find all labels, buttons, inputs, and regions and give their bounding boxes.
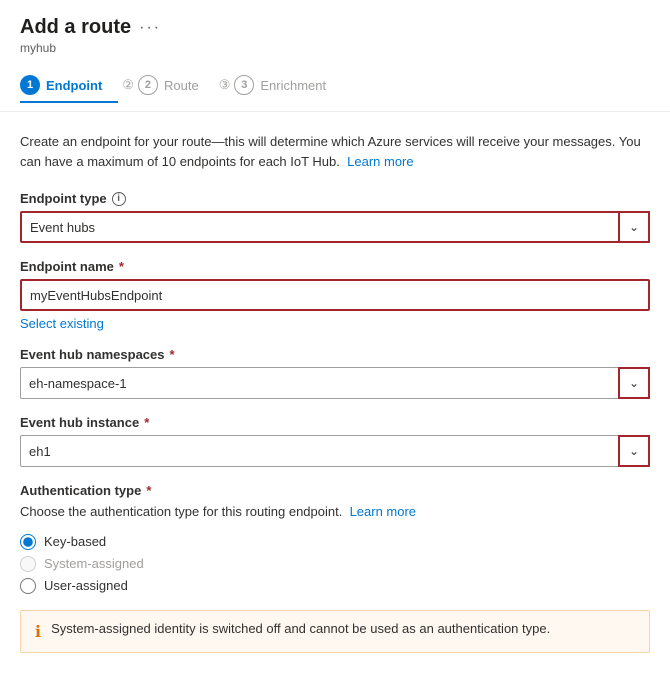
event-hub-namespace-dropdown-wrapper: eh-namespace-1 ⌄ xyxy=(20,367,650,399)
auth-type-description: Choose the authentication type for this … xyxy=(20,502,650,522)
auth-type-radio-group: Key-based System-assigned User-assigned xyxy=(20,534,650,594)
event-hub-namespace-required: * xyxy=(170,347,175,362)
step-route-number: 2 xyxy=(138,75,158,95)
event-hub-namespace-group: Event hub namespaces * eh-namespace-1 ⌄ xyxy=(20,347,650,399)
event-hub-instance-select[interactable]: eh1 xyxy=(20,435,650,467)
steps-navigation: 1 Endpoint ② 2 Route ③ 3 Enrichment xyxy=(20,67,650,103)
auth-type-label: Authentication type * xyxy=(20,483,650,498)
event-hub-namespace-select[interactable]: eh-namespace-1 xyxy=(20,367,650,399)
event-hub-instance-chevron-icon[interactable]: ⌄ xyxy=(618,435,650,467)
radio-system-assigned-label: System-assigned xyxy=(44,556,144,571)
auth-learn-more-link[interactable]: Learn more xyxy=(350,504,416,519)
learn-more-link[interactable]: Learn more xyxy=(347,154,413,169)
event-hub-instance-required: * xyxy=(144,415,149,430)
radio-system-assigned xyxy=(20,556,36,572)
event-hub-instance-dropdown-wrapper: eh1 ⌄ xyxy=(20,435,650,467)
endpoint-type-select[interactable]: Event hubs Service Bus queue Service Bus… xyxy=(20,211,650,243)
radio-user-assigned[interactable] xyxy=(20,578,36,594)
step-enrichment[interactable]: 3 Enrichment xyxy=(234,67,342,103)
page-description: Create an endpoint for your route—this w… xyxy=(20,132,650,171)
radio-key-based[interactable] xyxy=(20,534,36,550)
step-separator-2: ③ xyxy=(215,77,235,93)
warning-icon: ℹ xyxy=(35,622,41,642)
endpoint-type-info-icon[interactable]: i xyxy=(112,192,126,206)
more-options-button[interactable]: ··· xyxy=(139,19,161,37)
endpoint-type-chevron-icon[interactable]: ⌄ xyxy=(618,211,650,243)
step-separator-1: ② xyxy=(118,77,138,93)
warning-banner: ℹ System-assigned identity is switched o… xyxy=(20,610,650,653)
radio-key-based-label: Key-based xyxy=(44,534,106,549)
authentication-type-section: Authentication type * Choose the authent… xyxy=(20,483,650,653)
page-title: Add a route xyxy=(20,16,131,39)
select-existing-link[interactable]: Select existing xyxy=(20,316,104,331)
endpoint-type-label: Endpoint type i xyxy=(20,191,650,206)
radio-option-user-assigned[interactable]: User-assigned xyxy=(20,578,650,594)
endpoint-type-group: Endpoint type i Event hubs Service Bus q… xyxy=(20,191,650,243)
hub-subtitle: myhub xyxy=(20,41,650,55)
event-hub-namespace-chevron-icon[interactable]: ⌄ xyxy=(618,367,650,399)
event-hub-namespace-label: Event hub namespaces * xyxy=(20,347,650,362)
endpoint-type-dropdown-wrapper: Event hubs Service Bus queue Service Bus… xyxy=(20,211,650,243)
radio-option-key-based[interactable]: Key-based xyxy=(20,534,650,550)
endpoint-name-input[interactable] xyxy=(20,279,650,311)
step-endpoint-label: Endpoint xyxy=(46,78,102,93)
step-route[interactable]: 2 Route xyxy=(138,67,215,103)
event-hub-instance-group: Event hub instance * eh1 ⌄ xyxy=(20,415,650,467)
event-hub-instance-label: Event hub instance * xyxy=(20,415,650,430)
radio-option-system-assigned: System-assigned xyxy=(20,556,650,572)
step-endpoint[interactable]: 1 Endpoint xyxy=(20,67,118,103)
step-enrichment-number: 3 xyxy=(234,75,254,95)
radio-user-assigned-label: User-assigned xyxy=(44,578,128,593)
main-content: Create an endpoint for your route—this w… xyxy=(0,112,670,673)
step-endpoint-number: 1 xyxy=(20,75,40,95)
auth-type-required: * xyxy=(146,483,151,498)
endpoint-name-required: * xyxy=(119,259,124,274)
step-enrichment-label: Enrichment xyxy=(260,78,326,93)
step-route-label: Route xyxy=(164,78,199,93)
page-header: Add a route ··· myhub 1 Endpoint ② 2 Rou… xyxy=(0,0,670,112)
endpoint-name-label: Endpoint name * xyxy=(20,259,650,274)
endpoint-name-group: Endpoint name * Select existing xyxy=(20,259,650,331)
warning-banner-text: System-assigned identity is switched off… xyxy=(51,621,550,636)
